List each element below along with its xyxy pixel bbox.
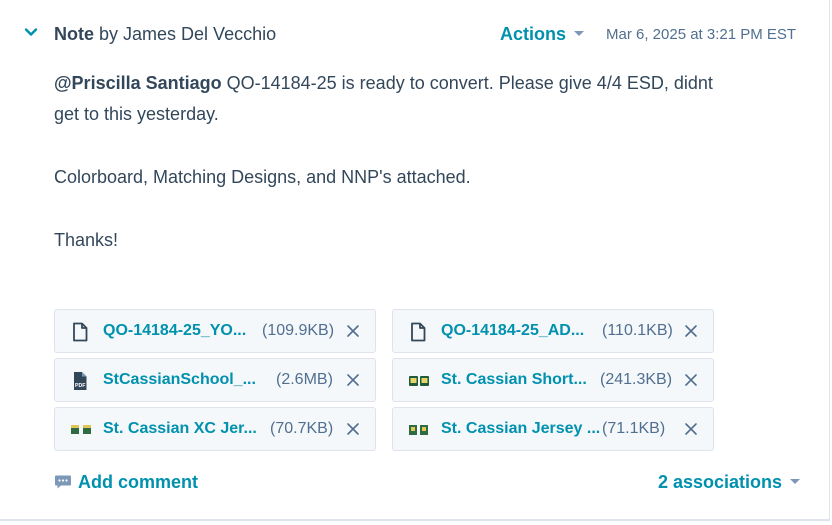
document-icon — [73, 322, 88, 342]
attachment-item[interactable]: St. Cassian XC Jer... (70.7KB) — [54, 407, 376, 451]
attachment-item[interactable]: St. Cassian Jersey ... (71.1KB) — [392, 407, 714, 451]
attachment-name[interactable]: StCassianSchool_... — [103, 371, 256, 389]
attachment-item[interactable]: QO-14184-25_AD... (110.1KB) — [392, 309, 714, 353]
image-thumbnail-icon — [409, 376, 429, 386]
attachment-size: (71.1KB) — [602, 420, 666, 437]
close-icon[interactable] — [345, 322, 361, 340]
chevron-down-icon[interactable] — [23, 24, 39, 40]
note-timestamp: Mar 6, 2025 at 3:21 PM EST — [606, 26, 797, 43]
attachment-name[interactable]: QO-14184-25_YO... — [103, 322, 246, 340]
attachment-item[interactable]: QO-14184-25_YO... (109.9KB) — [54, 309, 376, 353]
close-icon[interactable] — [683, 322, 699, 340]
attachment-item[interactable]: St. Cassian Short... (241.3KB) — [392, 358, 714, 402]
note-type-label: Note — [54, 24, 94, 44]
pdf-icon: PDF — [74, 372, 87, 390]
note-author: by James Del Vecchio — [99, 24, 277, 44]
attachment-item[interactable]: PDF StCassianSchool_... (2.6MB) — [54, 358, 376, 402]
associations-label: 2 associations — [658, 472, 783, 492]
note-body-line: get to this yesterday. — [54, 104, 219, 124]
attachment-name[interactable]: QO-14184-25_AD... — [441, 322, 584, 340]
svg-text:PDF: PDF — [75, 383, 85, 389]
note-body: @Priscilla Santiago QO-14184-25 is ready… — [54, 68, 794, 256]
attachment-size: (110.1KB) — [602, 322, 673, 339]
image-thumbnail-icon — [409, 425, 428, 435]
attachment-size: (109.9KB) — [262, 322, 335, 339]
close-icon[interactable] — [345, 371, 361, 389]
note-body-line: Thanks! — [54, 230, 119, 250]
note-card: Note by James Del Vecchio Actions Mar 6,… — [0, 0, 830, 521]
image-thumbnail-icon — [71, 425, 91, 434]
add-comment-button[interactable]: Add comment — [54, 472, 198, 493]
attachment-size: (241.3KB) — [600, 371, 673, 388]
add-comment-label: Add comment — [78, 472, 199, 492]
close-icon[interactable] — [345, 420, 361, 438]
attachment-name[interactable]: St. Cassian Short... — [441, 371, 587, 389]
attachment-size: (70.7KB) — [270, 420, 334, 437]
close-icon[interactable] — [683, 371, 699, 389]
document-icon — [411, 322, 426, 342]
actions-dropdown[interactable]: Actions — [500, 24, 585, 45]
close-icon[interactable] — [683, 420, 699, 438]
comment-icon — [55, 475, 71, 489]
note-title: Note by James Del Vecchio — [54, 24, 276, 45]
note-header: Note by James Del Vecchio Actions Mar 6,… — [0, 22, 830, 48]
caret-down-icon — [790, 478, 801, 484]
caret-down-icon — [574, 30, 585, 36]
attachment-size: (2.6MB) — [276, 371, 333, 388]
attachment-name[interactable]: St. Cassian XC Jer... — [103, 420, 257, 438]
note-body-line: @Priscilla Santiago QO-14184-25 is ready… — [54, 68, 794, 99]
associations-dropdown[interactable]: 2 associations — [658, 472, 801, 493]
actions-label: Actions — [500, 24, 567, 44]
note-body-text: QO-14184-25 is ready to convert. Please … — [221, 73, 713, 93]
mention[interactable]: @Priscilla Santiago — [54, 73, 222, 93]
note-body-line: Colorboard, Matching Designs, and NNP's … — [54, 167, 471, 187]
attachment-name[interactable]: St. Cassian Jersey ... — [441, 420, 600, 438]
